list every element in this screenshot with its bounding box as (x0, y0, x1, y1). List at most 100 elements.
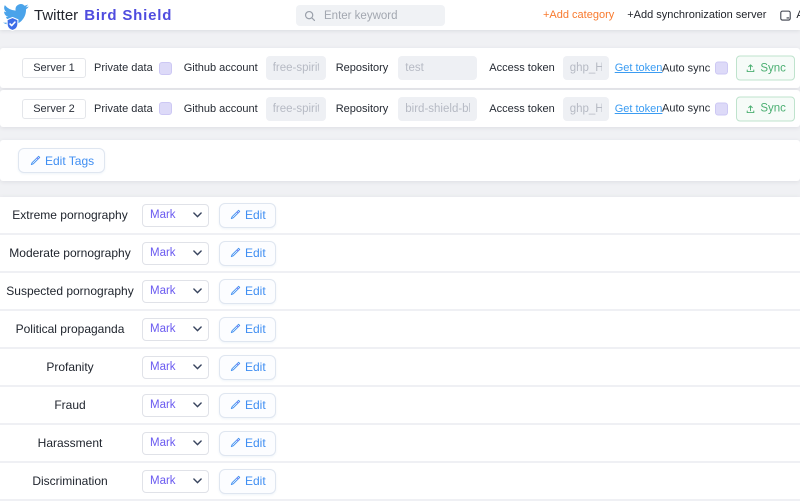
edit-pen-icon (229, 475, 241, 487)
chevron-down-icon (193, 440, 202, 446)
category-label: Profanity (0, 360, 140, 374)
upload-icon (745, 63, 756, 74)
repository-input[interactable] (398, 56, 477, 80)
mark-dropdown[interactable]: Mark (142, 280, 209, 303)
github-account-label: Github account (184, 62, 258, 74)
category-row: Political propaganda Mark Edit (0, 311, 800, 349)
repository-input[interactable] (398, 97, 477, 121)
chevron-down-icon (193, 402, 202, 408)
dropdown-value: Mark (150, 361, 176, 373)
account-link[interactable]: Acco (779, 9, 800, 22)
add-sync-server-link[interactable]: +Add synchronization server (627, 9, 766, 21)
category-label: Moderate pornography (0, 246, 140, 260)
access-token-input[interactable] (563, 56, 609, 80)
repository-label: Repository (336, 103, 389, 115)
edit-pen-icon (229, 285, 241, 297)
edit-button-label: Edit (245, 474, 266, 488)
edit-pen-icon (229, 323, 241, 335)
edit-tags-button[interactable]: Edit Tags (18, 148, 105, 173)
chevron-down-icon (193, 212, 202, 218)
auto-sync-checkbox[interactable] (715, 102, 728, 115)
category-label: Suspected pornography (0, 284, 140, 298)
dropdown-value: Mark (150, 323, 176, 335)
edit-button[interactable]: Edit (219, 393, 276, 418)
private-data-checkbox[interactable] (159, 62, 172, 75)
repository-label: Repository (336, 62, 389, 74)
twitter-bird-logo-icon (2, 1, 30, 29)
category-row: Moderate pornography Mark Edit (0, 235, 800, 273)
category-label: Fraud (0, 398, 140, 412)
mark-dropdown[interactable]: Mark (142, 470, 209, 493)
edit-button-label: Edit (245, 436, 266, 450)
header-actions: +Add category +Add synchronization serve… (543, 0, 800, 30)
private-data-label: Private data (94, 62, 153, 74)
category-row: Discrimination Mark Edit (0, 463, 800, 501)
server-row-1: Private data Github account Repository A… (0, 48, 800, 88)
app-header: Twitter Bird Shield +Add category +Add s… (0, 0, 800, 30)
server-name-input[interactable] (22, 99, 86, 119)
chevron-down-icon (193, 478, 202, 484)
category-row: Suspected pornography Mark Edit (0, 273, 800, 311)
edit-button[interactable]: Edit (219, 431, 276, 456)
github-account-input[interactable] (266, 56, 326, 80)
dropdown-value: Mark (150, 285, 176, 297)
category-row: Fraud Mark Edit (0, 387, 800, 425)
edit-button-label: Edit (245, 360, 266, 374)
dropdown-value: Mark (150, 399, 176, 411)
dropdown-value: Mark (150, 247, 176, 259)
dropdown-value: Mark (150, 437, 176, 449)
github-account-input[interactable] (266, 97, 326, 121)
get-token-link[interactable]: Get token (615, 103, 663, 115)
edit-pen-icon (229, 437, 241, 449)
category-list: Extreme pornography Mark Edit Moderate p… (0, 197, 800, 500)
mark-dropdown[interactable]: Mark (142, 394, 209, 417)
search-box[interactable] (296, 5, 445, 26)
chevron-down-icon (193, 288, 202, 294)
mark-dropdown[interactable]: Mark (142, 318, 209, 341)
private-data-checkbox[interactable] (159, 102, 172, 115)
account-icon (779, 9, 792, 22)
search-input[interactable] (322, 9, 445, 23)
category-label: Harassment (0, 436, 140, 450)
edit-button[interactable]: Edit (219, 317, 276, 342)
sync-button[interactable]: Sync (736, 96, 795, 121)
category-label: Extreme pornography (0, 208, 140, 222)
brand-title: Twitter Bird Shield (34, 0, 172, 30)
sync-button-label: Sync (760, 103, 786, 115)
access-token-label: Access token (489, 103, 554, 115)
private-data-label: Private data (94, 103, 153, 115)
search-icon (304, 10, 316, 22)
edit-button[interactable]: Edit (219, 203, 276, 228)
server-name-input[interactable] (22, 58, 86, 78)
category-row: Extreme pornography Mark Edit (0, 197, 800, 235)
access-token-input[interactable] (563, 97, 609, 121)
upload-icon (745, 103, 756, 114)
auto-sync-checkbox[interactable] (715, 62, 728, 75)
shield-check-badge-icon (6, 17, 19, 31)
edit-button[interactable]: Edit (219, 469, 276, 494)
edit-button[interactable]: Edit (219, 355, 276, 380)
edit-pen-icon (229, 247, 241, 259)
mark-dropdown[interactable]: Mark (142, 242, 209, 265)
edit-button[interactable]: Edit (219, 279, 276, 304)
edit-button-label: Edit (245, 398, 266, 412)
sync-button[interactable]: Sync (736, 56, 795, 81)
chevron-down-icon (193, 326, 202, 332)
mark-dropdown[interactable]: Mark (142, 204, 209, 227)
edit-button-label: Edit (245, 246, 266, 260)
edit-button[interactable]: Edit (219, 241, 276, 266)
category-label: Discrimination (0, 474, 140, 488)
mark-dropdown[interactable]: Mark (142, 356, 209, 379)
chevron-down-icon (193, 364, 202, 370)
tags-section: Edit Tags (0, 140, 800, 181)
auto-sync-label: Auto sync (662, 103, 710, 115)
edit-pen-icon (229, 209, 241, 221)
auto-sync-label: Auto sync (662, 62, 710, 74)
edit-button-label: Edit (245, 322, 266, 336)
add-category-link[interactable]: +Add category (543, 9, 614, 21)
edit-tags-label: Edit Tags (45, 154, 94, 168)
server-row-2: Private data Github account Repository A… (0, 90, 800, 127)
mark-dropdown[interactable]: Mark (142, 432, 209, 455)
get-token-link[interactable]: Get token (615, 62, 663, 74)
sync-button-label: Sync (760, 62, 786, 74)
